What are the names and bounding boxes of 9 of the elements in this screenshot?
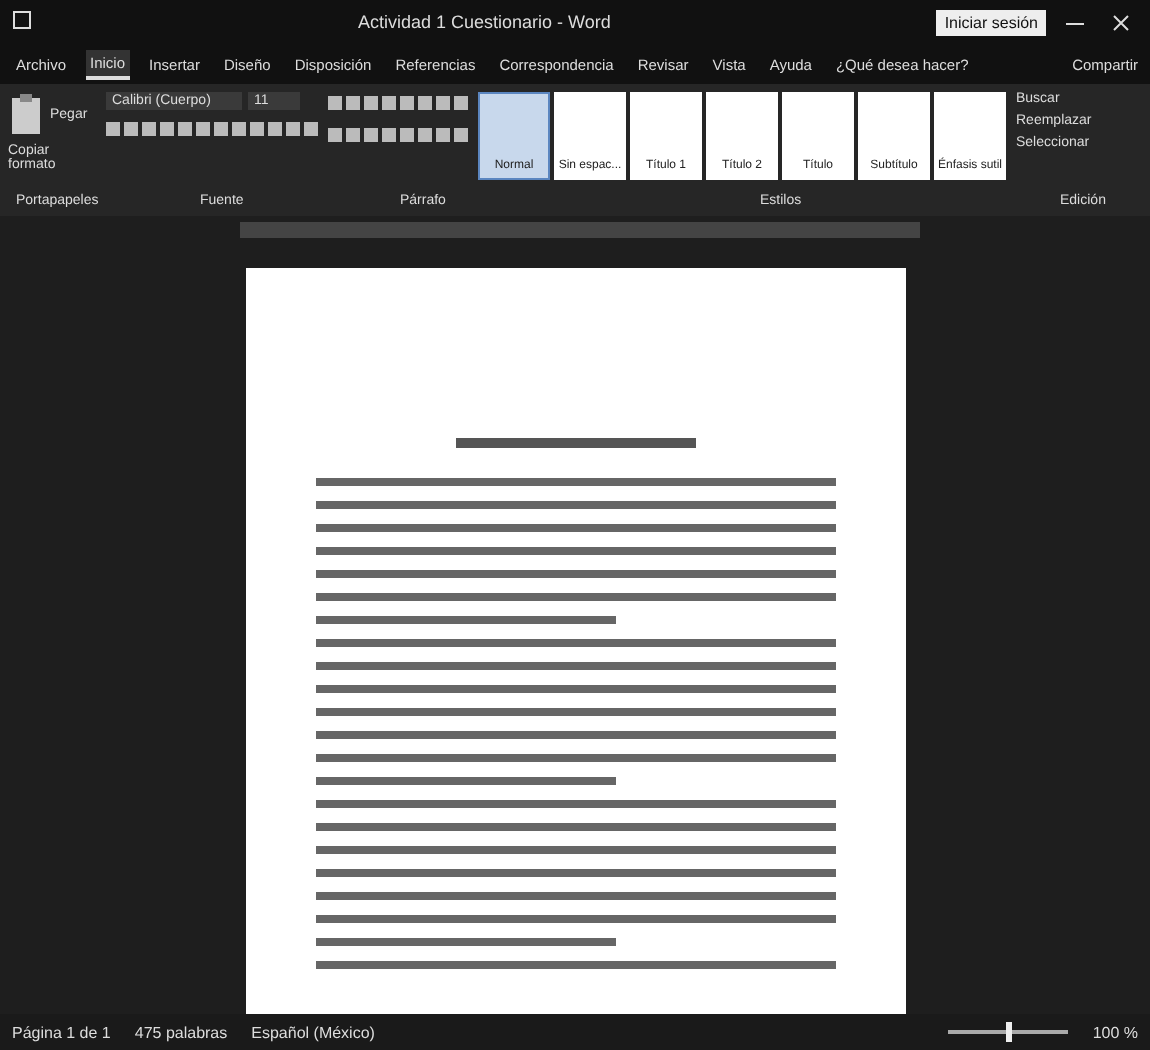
page-count[interactable]: Página 1 de 1	[12, 1023, 111, 1041]
clipboard-icon[interactable]	[8, 92, 44, 136]
font-format-icons-drawing[interactable]	[106, 118, 318, 142]
word-count[interactable]: 475 palabras	[134, 1023, 228, 1041]
window-title: Actividad 1 Cuestionario - Word	[355, 12, 613, 32]
sign-in-button[interactable]: Iniciar sesión	[936, 9, 1046, 35]
language-indicator[interactable]: Español (México)	[251, 1023, 375, 1041]
zoom-reading[interactable]: 100 %	[1092, 1023, 1138, 1041]
zoom-thumb[interactable]	[1006, 1022, 1013, 1042]
